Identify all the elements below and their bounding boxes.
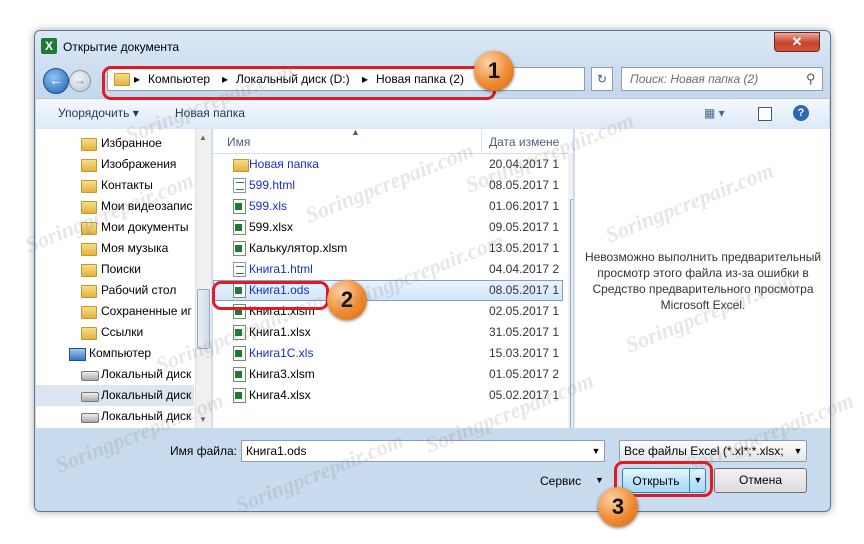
search-input[interactable]: Поиск: Новая папка (2) (630, 72, 758, 86)
nav-item[interactable]: Рабочий стол (36, 280, 196, 301)
service-button[interactable]: Сервис (540, 474, 581, 488)
column-divider[interactable] (481, 129, 482, 153)
arrow-left-icon: ← (49, 72, 63, 88)
nav-item-label: Сохраненные иг (101, 304, 192, 318)
file-date: 08.05.2017 11 (489, 283, 559, 297)
nav-item[interactable]: Локальный диск (36, 385, 194, 406)
sort-ascending-icon: ▲ (351, 129, 360, 137)
file-date: 04.04.2017 23 (489, 262, 559, 276)
folder-icon (81, 138, 97, 151)
drive-icon (81, 392, 99, 402)
filename-dropdown[interactable]: ▼ (588, 441, 604, 461)
search-box[interactable]: Поиск: Новая папка (2) ⚲ (621, 67, 823, 91)
refresh-button[interactable]: ↻ (591, 67, 613, 91)
folder-icon (81, 264, 97, 277)
preview-pane-icon[interactable] (758, 107, 772, 121)
drive-icon (81, 413, 99, 423)
column-name-header[interactable]: Имя (227, 135, 250, 149)
folder-icon (81, 327, 97, 340)
nav-item[interactable]: Сохраненные иг (36, 301, 196, 322)
nav-item-label: Рабочий стол (101, 283, 177, 297)
file-date: 02.05.2017 15 (489, 304, 559, 318)
folder-icon (81, 285, 97, 298)
excel-file-icon (233, 367, 246, 382)
scroll-up-icon[interactable]: ▲ (199, 133, 207, 142)
file-row[interactable]: Книга1С.xls 15.03.2017 14 (221, 343, 573, 364)
forward-button[interactable]: → (69, 70, 91, 92)
nav-item-label: Изображения (101, 157, 177, 171)
excel-file-icon (233, 388, 246, 403)
computer-icon (69, 348, 86, 361)
file-name: Книга3.xlsm (249, 367, 315, 381)
nav-item[interactable]: Поиски (36, 259, 196, 280)
filename-value[interactable]: Книга1.ods (246, 444, 306, 458)
drive-icon (81, 371, 99, 381)
filename-field[interactable]: Книга1.ods ▼ (241, 440, 605, 462)
address-highlight-frame (102, 66, 496, 100)
nav-item-label: Моя музыка (101, 241, 169, 255)
file-date: 31.05.2017 12 (489, 325, 559, 339)
file-row[interactable]: 599.xls 01.06.2017 16 (221, 196, 573, 217)
nav-item-label: Поиски (101, 262, 141, 276)
window-title: Открытие документа (63, 40, 180, 54)
title-bar: X Открытие документа ✕ (35, 31, 830, 61)
close-button[interactable]: ✕ (774, 32, 820, 52)
back-button[interactable]: ← (43, 68, 69, 94)
view-options-icon[interactable]: ▦ ▾ (704, 106, 725, 120)
search-icon: ⚲ (806, 71, 816, 86)
nav-scrollbar[interactable] (195, 129, 211, 428)
file-name: Книга1С.xls (249, 346, 314, 360)
chevron-down-icon: ▼ (793, 446, 803, 456)
file-name: 599.xlsx (249, 220, 294, 234)
chevron-down-icon: ▼ (591, 446, 601, 456)
file-row[interactable]: 599.xlsx 09.05.2017 11 (221, 217, 573, 238)
file-row[interactable]: Книга3.xlsm 01.05.2017 20 (221, 364, 573, 385)
file-name: 599.html (249, 178, 296, 192)
excel-file-icon (233, 199, 246, 214)
file-name: Новая папка (249, 157, 319, 171)
nav-item-label: Ссылки (101, 325, 144, 339)
html-file-icon (233, 178, 246, 193)
folder-icon (81, 159, 97, 172)
close-icon: ✕ (791, 34, 803, 49)
folder-icon (81, 243, 97, 256)
excel-file-icon (233, 220, 246, 235)
filetype-dropdown[interactable]: ▼ (790, 441, 806, 461)
help-icon[interactable]: ? (793, 105, 809, 121)
arrow-right-icon: → (74, 73, 86, 87)
folder-icon (81, 306, 97, 319)
nav-item[interactable]: Избранное (36, 133, 196, 154)
file-name: Книга4.xlsx (249, 388, 311, 402)
cancel-button[interactable]: Отмена (714, 468, 807, 493)
file-name: Калькулятор.xlsm (249, 241, 348, 255)
callout-badge-1: 1 (474, 51, 514, 91)
folder-icon (81, 180, 97, 193)
nav-item[interactable]: Ссылки (36, 322, 196, 343)
refresh-icon: ↻ (596, 72, 608, 86)
callout-badge-3: 3 (598, 487, 638, 527)
file-date: 15.03.2017 14 (489, 346, 559, 360)
chevron-down-icon[interactable]: ▼ (595, 475, 604, 485)
file-date: 01.06.2017 16 (489, 199, 559, 213)
file-row[interactable]: Калькулятор.xlsm 13.05.2017 14 (221, 238, 573, 259)
nav-item[interactable]: Изображения (36, 154, 196, 175)
excel-file-icon (233, 241, 246, 256)
organize-button[interactable]: Упорядочить ▾ (58, 106, 139, 120)
file-name: 599.xls (249, 199, 288, 213)
filename-label: Имя файла: (170, 444, 237, 458)
file-name: Книга1.html (249, 262, 313, 276)
excel-app-icon: X (41, 38, 57, 54)
html-file-icon (233, 262, 246, 277)
nav-item-label: Компьютер (89, 346, 152, 360)
folder-icon (233, 159, 249, 172)
